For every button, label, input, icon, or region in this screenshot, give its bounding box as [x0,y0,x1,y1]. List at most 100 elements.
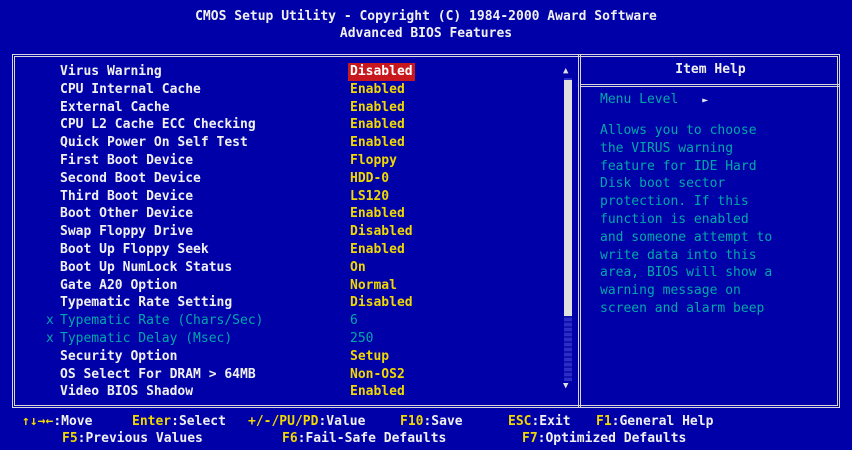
setting-label: Gate A20 Option [60,277,178,293]
setting-value[interactable]: LS120 [350,188,389,206]
page-title: Advanced BIOS Features [339,26,513,41]
key-name: F6 [282,431,298,446]
help-text: Allows you to choose the VIRUS warning f… [600,123,773,316]
setting-label: CPU Internal Cache [60,81,201,97]
key-action: :Select [171,414,226,429]
scrollbar[interactable]: ▲ ▼ [562,66,574,393]
key-name: F5 [62,431,78,446]
key-action: :Move [53,414,93,429]
setting-row[interactable]: Gate A20 Option Normal [46,277,566,295]
setting-value[interactable]: Normal [350,277,397,295]
setting-value[interactable]: Enabled [350,81,405,99]
setting-value[interactable]: HDD-0 [350,170,389,188]
setting-row[interactable]: Swap Floppy Drive Disabled [46,223,566,241]
help-header-divider [581,84,840,87]
setting-value[interactable]: Enabled [350,241,405,259]
scroll-thumb[interactable] [564,80,572,316]
disabled-mark: x [46,313,54,329]
key-action: :General Help [611,414,714,429]
key-name: F1 [596,414,612,429]
setting-label: Security Option [60,348,178,364]
key-name: +/-/PU/PD [248,414,319,429]
setting-row[interactable]: Boot Up Floppy Seek Enabled [46,241,566,259]
right-triangle-icon: ► [702,95,709,106]
key-hint: F6:Fail-Safe Defaults [282,430,446,448]
setting-label: OS Select For DRAM > 64MB [60,366,256,382]
key-name: F10 [400,414,424,429]
setting-row[interactable]: Video BIOS Shadow Enabled [46,383,566,401]
setting-label: Quick Power On Self Test [60,135,248,151]
key-hint: ↑↓→←:Move [22,413,92,431]
setting-label: Boot Other Device [60,206,194,222]
key-hint: F7:Optimized Defaults [522,430,686,448]
key-help-footer: ↑↓→←:Move Enter:Select +/-/PU/PD:Value F10:… [12,410,840,450]
key-name: ESC [508,414,532,429]
setting-row: x Typematic Rate (Chars/Sec) 6 [46,312,566,330]
setting-label: Boot Up Floppy Seek [60,241,209,257]
help-panel-title: Item Help [675,62,746,77]
setting-value[interactable]: Floppy [350,152,397,170]
setting-label: Boot Up NumLock Status [60,259,233,275]
setting-label: Second Boot Device [60,170,201,186]
panel-divider [578,54,581,408]
key-name: Enter [132,414,172,429]
key-action: :Save [423,414,463,429]
menu-level: Menu Level ► [600,92,708,107]
setting-value[interactable]: Enabled [350,99,405,117]
setting-label: Typematic Rate (Chars/Sec) [60,313,264,329]
setting-value[interactable]: Non-OS2 [350,366,405,384]
setting-label: First Boot Device [60,152,194,168]
setting-row[interactable]: Quick Power On Self Test Enabled [46,134,566,152]
setting-row[interactable]: Third Boot Device LS120 [46,188,566,206]
key-name: F7 [522,431,538,446]
setting-row[interactable]: Typematic Rate Setting Disabled [46,294,566,312]
disabled-mark: x [46,330,54,346]
setting-label: CPU L2 Cache ECC Checking [60,117,256,133]
setting-row[interactable]: Virus Warning Disabled [46,63,566,81]
setting-row[interactable]: OS Select For DRAM > 64MB Non-OS2 [46,366,566,384]
key-action: :Fail-Safe Defaults [297,431,447,446]
setting-label: Video BIOS Shadow [60,384,194,400]
setting-value[interactable]: Disabled [350,294,413,312]
key-action: :Exit [531,414,571,429]
key-hint: Enter:Select [132,413,226,431]
setting-row[interactable]: Security Option Setup [46,348,566,366]
setting-row[interactable]: CPU Internal Cache Enabled [46,81,566,99]
setting-row[interactable]: Second Boot Device HDD-0 [46,170,566,188]
setting-value: 250 [350,330,374,346]
key-action: :Value [318,414,366,429]
setting-value[interactable]: Enabled [350,134,405,152]
setting-label: External Cache [60,99,170,115]
setting-value[interactable]: Enabled [350,116,405,134]
footer-line-2: F5:Previous Values F6:Fail-Safe Defaults F… [12,430,840,448]
setting-value[interactable]: Disabled [350,223,413,241]
key-action: :Previous Values [77,431,203,446]
key-name: ↑↓→← [22,414,54,429]
setting-value[interactable]: On [350,259,366,277]
setting-value[interactable]: Setup [350,348,389,366]
setting-row[interactable]: Boot Up NumLock Status On [46,259,566,277]
setting-value[interactable]: Disabled [348,63,415,81]
footer-line-1: ↑↓→←:Move Enter:Select +/-/PU/PD:Value F10:… [12,413,840,431]
setting-label: Swap Floppy Drive [60,224,194,240]
setting-label: Third Boot Device [60,188,194,204]
key-hint: +/-/PU/PD:Value [248,413,365,431]
setting-row: x Typematic Delay (Msec) 250 [46,330,566,348]
key-hint: F5:Previous Values [62,430,203,448]
setting-value[interactable]: Enabled [350,383,405,401]
scroll-down-arrow-icon[interactable]: ▼ [563,381,568,391]
setting-row[interactable]: External Cache Enabled [46,99,566,117]
key-hint: F1:General Help [596,413,713,431]
key-action: :Optimized Defaults [537,431,687,446]
key-hint: ESC:Exit [508,413,571,431]
app-title: CMOS Setup Utility - Copyright (C) 1984-… [195,9,657,24]
setting-value: 6 [350,313,358,329]
setting-row[interactable]: CPU L2 Cache ECC Checking Enabled [46,116,566,134]
setting-row[interactable]: Boot Other Device Enabled [46,205,566,223]
setting-value[interactable]: Enabled [350,205,405,223]
setting-row[interactable]: First Boot Device Floppy [46,152,566,170]
setting-label: Typematic Rate Setting [60,295,233,311]
scroll-up-arrow-icon[interactable]: ▲ [563,66,568,76]
title-bar: CMOS Setup Utility - Copyright (C) 1984-… [0,0,852,52]
setting-label: Virus Warning [60,64,162,79]
